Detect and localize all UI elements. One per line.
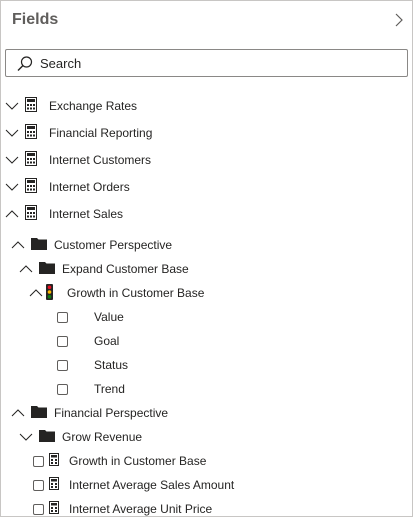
calculator-table-icon xyxy=(25,97,37,115)
checkbox[interactable] xyxy=(33,455,44,467)
table-row-financial-reporting[interactable]: Financial Reporting xyxy=(5,123,152,143)
measure-row[interactable]: Internet Average Sales Amount xyxy=(33,475,234,495)
folder-icon xyxy=(39,261,55,277)
measure-row[interactable]: Internet Average Unit Price xyxy=(33,499,213,516)
chevron-down-icon[interactable] xyxy=(5,180,19,194)
chevron-up-icon[interactable] xyxy=(29,286,43,300)
kpi-label: Growth in Customer Base xyxy=(67,286,205,300)
folder-row-expand-customer-base[interactable]: Expand Customer Base xyxy=(19,259,189,279)
kpi-traffic-light-icon xyxy=(46,283,53,303)
measure-label: Internet Average Sales Amount xyxy=(69,478,235,492)
chevron-down-icon[interactable] xyxy=(5,126,19,140)
table-row-internet-sales[interactable]: Internet Sales xyxy=(5,204,123,224)
checkbox[interactable] xyxy=(57,311,68,323)
table-label: Internet Customers xyxy=(49,153,152,167)
folder-row-grow-revenue[interactable]: Grow Revenue xyxy=(19,427,142,447)
calculator-icon xyxy=(49,501,59,516)
table-row-exchange-rates[interactable]: Exchange Rates xyxy=(5,96,137,116)
kpi-child-goal[interactable]: Goal xyxy=(57,331,119,351)
checkbox[interactable] xyxy=(33,479,44,491)
folder-icon xyxy=(31,237,47,253)
checkbox[interactable] xyxy=(57,335,68,347)
checkbox[interactable] xyxy=(57,383,68,395)
table-label: Internet Sales xyxy=(49,207,124,221)
measure-label: Internet Average Unit Price xyxy=(69,502,213,516)
calculator-table-icon xyxy=(25,124,37,142)
calculator-table-icon xyxy=(25,151,37,169)
table-row-internet-customers[interactable]: Internet Customers xyxy=(5,150,151,170)
kpi-child-status[interactable]: Status xyxy=(57,355,128,375)
kpi-child-label: Value xyxy=(94,310,124,324)
kpi-child-label: Trend xyxy=(94,382,125,396)
table-row-internet-orders[interactable]: Internet Orders xyxy=(5,177,130,197)
folder-row-customer-perspective[interactable]: Customer Perspective xyxy=(11,235,172,255)
chevron-up-icon[interactable] xyxy=(5,207,19,221)
chevron-up-icon[interactable] xyxy=(11,238,25,252)
calculator-table-icon xyxy=(25,205,37,223)
chevron-down-icon[interactable] xyxy=(5,99,19,113)
folder-label: Grow Revenue xyxy=(62,430,143,444)
measure-row[interactable]: Growth in Customer Base xyxy=(33,451,206,471)
folder-label: Customer Perspective xyxy=(54,238,173,252)
calculator-table-icon xyxy=(25,178,37,196)
kpi-child-trend[interactable]: Trend xyxy=(57,379,125,399)
chevron-right-icon[interactable] xyxy=(392,11,406,29)
table-label: Financial Reporting xyxy=(49,126,153,140)
folder-icon xyxy=(39,429,55,445)
search-box[interactable] xyxy=(5,49,408,77)
kpi-child-value[interactable]: Value xyxy=(57,307,124,327)
search-input[interactable] xyxy=(40,53,400,73)
chevron-up-icon[interactable] xyxy=(11,406,25,420)
kpi-row[interactable]: Growth in Customer Base xyxy=(29,283,204,303)
folder-label: Financial Perspective xyxy=(54,406,169,420)
calculator-icon xyxy=(49,453,59,469)
chevron-down-icon[interactable] xyxy=(5,153,19,167)
fields-pane: Fields Exchange Rates Financial Reportin… xyxy=(0,0,413,517)
chevron-down-icon[interactable] xyxy=(19,430,33,444)
measure-label: Growth in Customer Base xyxy=(69,454,207,468)
pane-title: Fields xyxy=(12,11,59,28)
table-label: Exchange Rates xyxy=(49,99,138,113)
table-label: Internet Orders xyxy=(49,180,130,194)
folder-icon xyxy=(31,405,47,421)
folder-label: Expand Customer Base xyxy=(62,262,189,276)
chevron-up-icon[interactable] xyxy=(19,262,33,276)
search-icon xyxy=(17,56,33,71)
checkbox[interactable] xyxy=(33,503,44,515)
calculator-icon xyxy=(49,477,59,493)
checkbox[interactable] xyxy=(57,359,68,371)
kpi-child-label: Status xyxy=(94,358,129,372)
folder-row-financial-perspective[interactable]: Financial Perspective xyxy=(11,403,168,423)
kpi-child-label: Goal xyxy=(94,334,120,348)
